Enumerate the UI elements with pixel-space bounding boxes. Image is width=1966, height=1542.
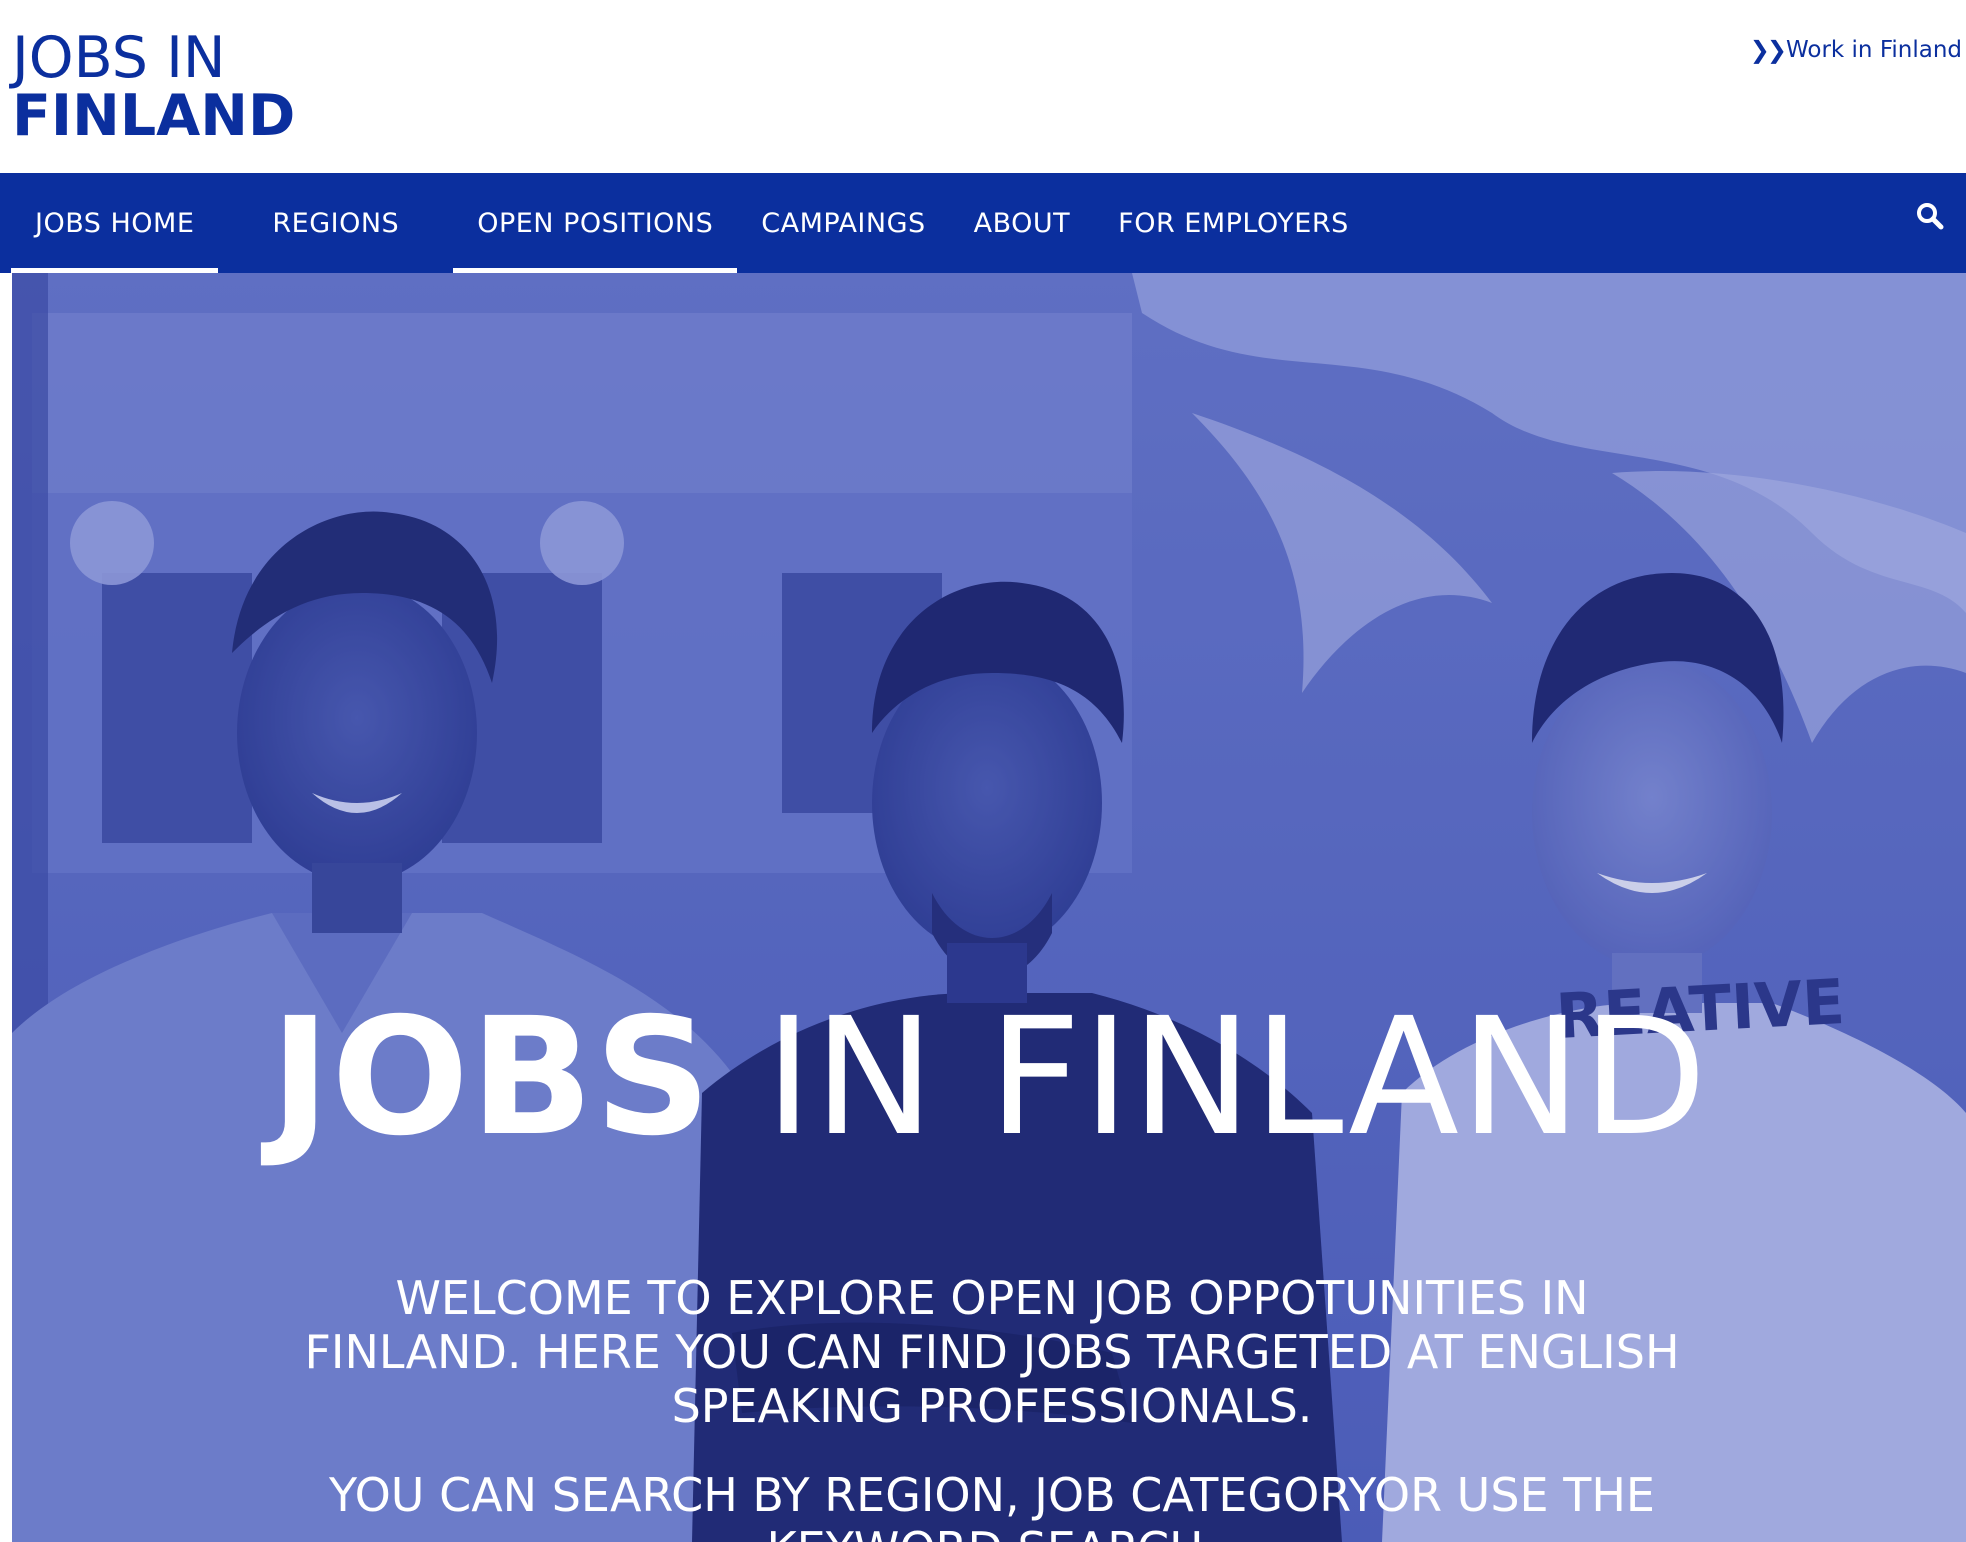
nav-item-for-employers[interactable]: FOR EMPLOYERS bbox=[1094, 173, 1373, 273]
hero-section: REATIVE JOBS IN FINLAND WELCOME TO EXPLO… bbox=[12, 273, 1966, 1542]
nav-item-label: ABOUT bbox=[973, 207, 1071, 239]
work-in-finland-label: Work in Finland bbox=[1785, 37, 1962, 63]
main-nav: JOBS HOME REGIONS OPEN POSITIONS CAMPAIN… bbox=[0, 173, 1966, 273]
hero-title-light: IN FINLAND bbox=[712, 984, 1708, 1172]
hero-search-hint-text: YOU CAN SEARCH BY REGION, JOB CATEGORYOR… bbox=[329, 1468, 1655, 1542]
nav-item-label: JOBS HOME bbox=[35, 207, 195, 239]
site-logo[interactable]: JOBS IN FINLAND bbox=[12, 30, 295, 145]
nav-item-jobs-home[interactable]: JOBS HOME bbox=[11, 173, 219, 273]
logo-line-2: FINLAND bbox=[12, 83, 296, 149]
nav-item-label: CAMPAINGS bbox=[761, 207, 926, 239]
logo-line-1: JOBS IN bbox=[12, 25, 226, 91]
hero-intro-text: WELCOME TO EXPLORE OPEN JOB OPPOTUNITIES… bbox=[304, 1271, 1680, 1433]
nav-item-open-positions[interactable]: OPEN POSITIONS bbox=[453, 173, 738, 273]
nav-item-campaings[interactable]: CAMPAINGS bbox=[737, 173, 949, 273]
search-icon bbox=[1917, 203, 1944, 230]
nav-list: JOBS HOME REGIONS OPEN POSITIONS CAMPAIN… bbox=[11, 173, 1373, 273]
site-header: JOBS IN FINLAND ❯❯ Work in Finland bbox=[0, 0, 1966, 173]
nav-item-regions[interactable]: REGIONS bbox=[248, 173, 423, 273]
nav-item-label: REGIONS bbox=[272, 207, 400, 239]
search-button[interactable] bbox=[1914, 200, 1948, 234]
nav-item-about[interactable]: ABOUT bbox=[950, 173, 1095, 273]
hero-title: JOBS IN FINLAND bbox=[12, 997, 1966, 1159]
hero-title-bold: JOBS bbox=[270, 984, 713, 1172]
double-chevron-right-icon: ❯❯ bbox=[1749, 36, 1787, 64]
nav-item-label: FOR EMPLOYERS bbox=[1118, 207, 1349, 239]
nav-item-label: OPEN POSITIONS bbox=[477, 207, 714, 239]
work-in-finland-link[interactable]: ❯❯ Work in Finland bbox=[1750, 36, 1962, 64]
